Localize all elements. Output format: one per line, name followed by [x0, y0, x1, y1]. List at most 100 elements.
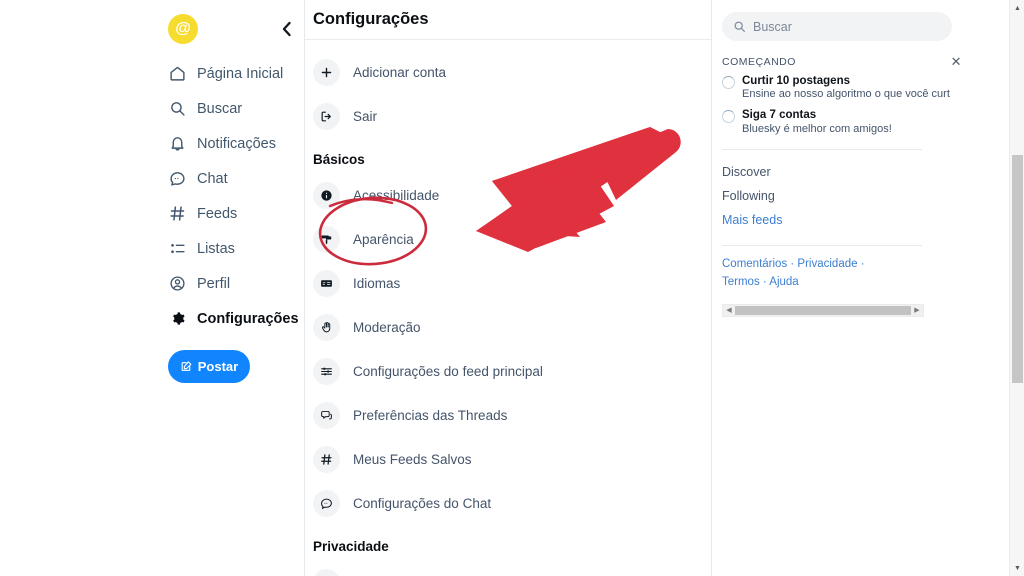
- section-heading-privacy: Privacidade: [313, 539, 389, 554]
- close-icon[interactable]: ✕: [951, 55, 962, 68]
- post-button[interactable]: Postar: [168, 350, 250, 383]
- task-title: Siga 7 contas: [742, 109, 817, 122]
- divider: [722, 149, 922, 151]
- settings-row-label: Idiomas: [353, 275, 401, 291]
- chevron-left-icon[interactable]: [276, 19, 296, 39]
- info-circle-icon: [313, 181, 340, 209]
- scroll-up-arrow-icon[interactable]: ▲: [1010, 0, 1024, 16]
- feed-link-discover[interactable]: Discover: [722, 160, 970, 184]
- settings-row-label: Adicionar conta: [353, 64, 447, 80]
- scrollbar-thumb[interactable]: [735, 306, 911, 315]
- feed-link-more-feeds[interactable]: Mais feeds: [722, 208, 970, 232]
- window-vertical-scrollbar[interactable]: ▲ ▼: [1009, 0, 1024, 576]
- settings-column: Configurações Adicionar conta Sair Básic…: [305, 0, 712, 576]
- bell-icon: [168, 134, 187, 153]
- sidebar-item-settings[interactable]: Configurações: [168, 301, 304, 336]
- progress-ring-icon: [722, 76, 735, 89]
- onboarding-panel: COMEÇANDO ✕ Curtir 10 postagens Ensine a…: [722, 41, 970, 291]
- sidebar-item-label: Configurações: [197, 310, 299, 327]
- hashtag-icon: [313, 445, 340, 473]
- search-placeholder: Buscar: [753, 19, 792, 34]
- play-circle-icon: [313, 568, 340, 576]
- section-heading-basics: Básicos: [313, 152, 365, 167]
- sidebar-item-feeds[interactable]: Feeds: [168, 196, 304, 231]
- settings-list: Adicionar conta Sair Básicos Acessibilid…: [305, 40, 711, 576]
- settings-row-label: Aparência: [353, 231, 414, 247]
- settings-row-add-account[interactable]: Adicionar conta: [305, 50, 711, 94]
- threads-icon: [313, 401, 340, 429]
- chat-bubble-icon: [168, 169, 187, 188]
- scrollbar-thumb[interactable]: [1012, 155, 1023, 383]
- onboarding-task[interactable]: Siga 7 contas Bluesky é melhor com amigo…: [722, 108, 970, 136]
- sidebar-item-label: Chat: [197, 170, 228, 187]
- scroll-right-arrow-icon[interactable]: ▶: [911, 307, 923, 314]
- home-icon: [168, 64, 187, 83]
- avatar-glyph: @: [175, 20, 191, 37]
- onboarding-header: COMEÇANDO ✕: [722, 55, 970, 68]
- bluesky-settings-screen: @ Página Inicial Buscar Notificações Cha…: [0, 0, 1024, 576]
- settings-row-moderation[interactable]: Moderação: [305, 305, 711, 349]
- sidebar-nav-list: Página Inicial Buscar Notificações Chat …: [168, 56, 304, 336]
- plus-icon: [313, 58, 340, 86]
- task-title: Curtir 10 postagens: [742, 75, 850, 87]
- gear-icon: [168, 309, 187, 328]
- sidebar-item-label: Notificações: [197, 135, 276, 152]
- sidebar-item-home[interactable]: Página Inicial: [168, 56, 304, 91]
- settings-row-appearance[interactable]: Aparência: [305, 217, 711, 261]
- logout-icon: [313, 102, 340, 130]
- sidebar-item-label: Buscar: [197, 100, 243, 117]
- settings-row-logout[interactable]: Sair: [305, 94, 711, 138]
- sidebar-item-label: Página Inicial: [197, 65, 284, 82]
- onboarding-title: COMEÇANDO: [722, 55, 796, 68]
- sidebar-item-profile[interactable]: Perfil: [168, 266, 304, 301]
- page-title: Configurações: [305, 0, 711, 40]
- sidebar-item-label: Perfil: [197, 275, 231, 292]
- user-circle-icon: [168, 274, 187, 293]
- sliders-icon: [313, 357, 340, 385]
- hashtag-icon: [168, 204, 187, 223]
- search-icon: [733, 20, 746, 33]
- feed-link-following[interactable]: Following: [722, 184, 970, 208]
- sidebar-item-notifications[interactable]: Notificações: [168, 126, 304, 161]
- sidebar-header: @: [168, 8, 296, 50]
- task-subtitle: Bluesky é melhor com amigos!: [742, 122, 892, 135]
- settings-row-chat[interactable]: Configurações do Chat: [305, 481, 711, 525]
- settings-row-label: Sair: [353, 108, 378, 124]
- list-icon: [168, 239, 187, 258]
- left-sidebar: @ Página Inicial Buscar Notificações Cha…: [0, 0, 305, 576]
- sidebar-item-search[interactable]: Buscar: [168, 91, 304, 126]
- scroll-down-arrow-icon[interactable]: ▼: [1010, 560, 1024, 576]
- settings-row-label: Preferências das Threads: [353, 407, 508, 423]
- settings-row-threads[interactable]: Preferências das Threads: [305, 393, 711, 437]
- settings-row-label: Configurações do feed principal: [353, 363, 543, 379]
- right-sidebar: Buscar COMEÇANDO ✕ Curtir 10 postagens E…: [712, 0, 1024, 576]
- paint-roller-icon: [313, 225, 340, 253]
- hand-icon: [313, 313, 340, 341]
- progress-ring-icon: [722, 110, 735, 124]
- settings-row-accessibility[interactable]: Acessibilidade: [305, 173, 711, 217]
- footer-links[interactable]: Comentários · Privacidade · Termos · Aju…: [722, 256, 900, 291]
- compose-icon: [180, 360, 193, 373]
- settings-row-languages[interactable]: Idiomas: [305, 261, 711, 305]
- settings-row-home-feed[interactable]: Configurações do feed principal: [305, 349, 711, 393]
- settings-row-label: Acessibilidade: [353, 187, 440, 203]
- translate-icon: [313, 269, 340, 297]
- onboarding-task[interactable]: Curtir 10 postagens Ensine ao nosso algo…: [722, 74, 970, 102]
- sidebar-item-label: Feeds: [197, 205, 238, 222]
- settings-row-external-media[interactable]: Preferências de Mídia Externa: [305, 560, 711, 576]
- task-subtitle: Ensine ao nosso algoritmo o que você cur…: [742, 88, 950, 101]
- sidebar-item-label: Listas: [197, 240, 235, 257]
- sidebar-item-chat[interactable]: Chat: [168, 161, 304, 196]
- settings-row-label: Meus Feeds Salvos: [353, 451, 472, 467]
- scroll-left-arrow-icon[interactable]: ◀: [723, 307, 735, 314]
- search-input[interactable]: Buscar: [722, 12, 952, 41]
- settings-row-label: Moderação: [353, 319, 421, 335]
- settings-row-label: Configurações do Chat: [353, 495, 492, 511]
- sidebar-item-lists[interactable]: Listas: [168, 231, 304, 266]
- search-icon: [168, 99, 187, 118]
- horizontal-scrollbar[interactable]: ◀ ▶: [722, 304, 924, 317]
- post-button-label: Postar: [197, 359, 239, 374]
- settings-row-saved-feeds[interactable]: Meus Feeds Salvos: [305, 437, 711, 481]
- avatar[interactable]: @: [168, 14, 198, 44]
- divider: [722, 245, 922, 247]
